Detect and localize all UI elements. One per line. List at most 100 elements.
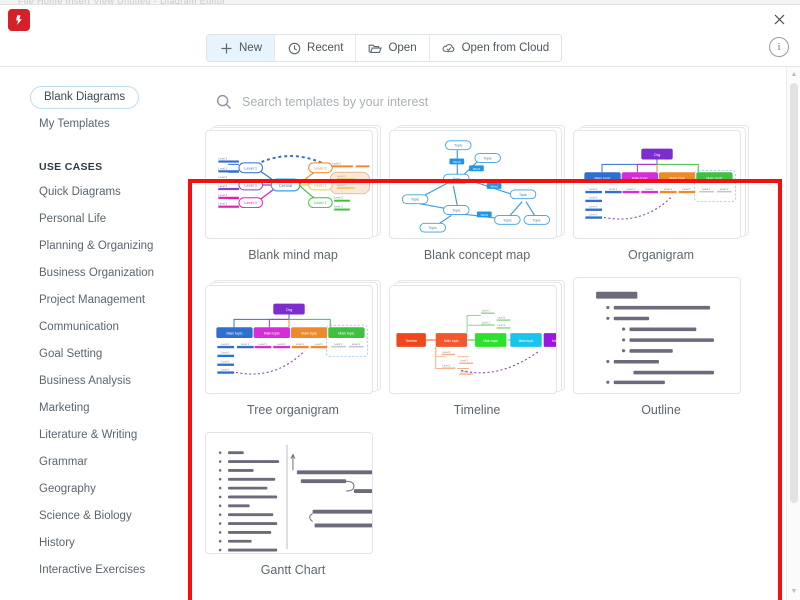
thumbnail-stack: Level 1 Level 1 Level 1 Level 1 Level 1 … [389, 277, 565, 394]
sidebar-item-business-analysis[interactable]: Business Analysis [39, 375, 131, 387]
info-circle-icon[interactable]: i [769, 37, 789, 57]
sidebar-item-communication[interactable]: Communication [39, 321, 119, 333]
svg-text:Topic: Topic [429, 226, 437, 230]
thumbnail-treeorganigram: Org Main topic Main topic Main topic Mai… [205, 285, 373, 394]
svg-text:Main topic: Main topic [632, 176, 648, 180]
close-icon[interactable] [768, 8, 790, 30]
template-card-blank-mind-map[interactable]: Level 2 Level 2 Level 2 Level 2 Level 2 … [205, 122, 381, 262]
open-from-cloud-button[interactable]: Open from Cloud [430, 35, 562, 61]
template-card-gantt-chart[interactable]: Gantt Chart [205, 432, 381, 577]
sidebar-item-project-management[interactable]: Project Management [39, 294, 145, 306]
sidebar-item-science-biology[interactable]: Science & Biology [39, 510, 132, 522]
search-input[interactable] [242, 95, 692, 109]
sidebar-item-geography[interactable]: Geography [39, 483, 96, 495]
search-bar [216, 89, 736, 115]
template-chooser-window: File Home Insert View Untitled - Diagram… [0, 0, 800, 600]
template-card-label: Gantt Chart [260, 563, 326, 577]
svg-text:Level 1: Level 1 [244, 165, 257, 170]
sidebar-item-label: Science & Biology [39, 510, 132, 522]
svg-text:Level 2: Level 2 [334, 205, 343, 209]
thumbnail-stack: Level 2 Level 2 Level 2 Level 2 Level 2 … [205, 122, 381, 239]
sidebar-item-history[interactable]: History [39, 537, 75, 549]
svg-text:Main topic: Main topic [301, 331, 317, 335]
sidebar-item-personal-life[interactable]: Personal Life [39, 213, 106, 225]
svg-text:Central: Central [279, 183, 293, 188]
sidebar: Blank Diagrams My Templates USE CASES Qu… [0, 67, 190, 600]
svg-text:Word: Word [481, 213, 489, 217]
scroll-up-arrow-icon[interactable]: ▲ [790, 71, 798, 79]
thumbnail-stack [573, 277, 749, 394]
sidebar-item-label: Planning & Organizing [39, 240, 154, 252]
templates-grid: Level 2 Level 2 Level 2 Level 2 Level 2 … [199, 122, 779, 592]
template-card-tree-organigram[interactable]: Org Main topic Main topic Main topic Mai… [205, 277, 381, 417]
sidebar-item-literature-writing[interactable]: Literature & Writing [39, 429, 137, 441]
scroll-thumb[interactable] [790, 83, 798, 503]
plus-icon [219, 41, 233, 55]
svg-text:Level 1: Level 1 [277, 342, 286, 346]
sidebar-item-goal-setting[interactable]: Goal Setting [39, 348, 102, 360]
svg-text:Level 1: Level 1 [589, 205, 598, 209]
svg-text:Level 1: Level 1 [664, 187, 673, 191]
thumbnail-outline [573, 277, 741, 394]
sidebar-item-label: Project Management [39, 294, 146, 306]
vertical-scrollbar[interactable]: ▲ ▼ [786, 67, 800, 600]
search-icon [216, 94, 232, 110]
svg-text:Level 1: Level 1 [314, 200, 327, 205]
info-letter: i [777, 41, 781, 53]
svg-text:Main topic: Main topic [444, 339, 459, 343]
thumbnail-mindmap: Level 2 Level 2 Level 2 Level 2 Level 2 … [205, 130, 373, 239]
svg-text:Level 1: Level 1 [244, 182, 257, 187]
sidebar-item-marketing[interactable]: Marketing [39, 402, 90, 414]
svg-text:Main topic: Main topic [227, 331, 243, 335]
svg-text:Level 1: Level 1 [460, 360, 469, 363]
recent-button-label: Recent [307, 42, 344, 54]
header-bar: i New Recent Open Open from Cloud [0, 5, 800, 67]
new-button[interactable]: New [207, 35, 276, 61]
body-area: Blank Diagrams My Templates USE CASES Qu… [0, 67, 800, 600]
svg-text:Level 1: Level 1 [482, 321, 491, 324]
open-from-cloud-button-label: Open from Cloud [461, 42, 550, 54]
thumbnail-conceptmap: Topic Topic Topic Topic Topic Topic Topi… [389, 130, 557, 239]
template-card-organigram[interactable]: Org Main topic Main topic Main topic Mai… [573, 122, 749, 262]
svg-text:Topic: Topic [454, 144, 462, 148]
svg-text:Level 1: Level 1 [443, 351, 452, 354]
thumbnail-organigram: Org Main topic Main topic Main topic Mai… [573, 130, 741, 239]
svg-text:Level 1: Level 1 [702, 187, 711, 191]
svg-text:Level 1: Level 1 [589, 187, 598, 191]
recent-button[interactable]: Recent [275, 35, 357, 61]
sidebar-item-planning-organizing[interactable]: Planning & Organizing [39, 240, 153, 252]
sidebar-item-my-templates[interactable]: My Templates [39, 118, 110, 130]
template-card-label: Blank concept map [423, 248, 531, 262]
svg-text:Topic: Topic [519, 193, 527, 197]
svg-text:Level 2: Level 2 [218, 175, 227, 179]
svg-text:Level 1: Level 1 [720, 187, 729, 191]
sidebar-item-grammar[interactable]: Grammar [39, 456, 88, 468]
scroll-down-arrow-icon[interactable]: ▼ [790, 588, 798, 596]
sidebar-item-label: Literature & Writing [39, 429, 138, 441]
clock-icon [287, 41, 301, 55]
sidebar-item-label: History [39, 537, 75, 549]
template-card-label: Tree organigram [247, 403, 339, 417]
svg-text:Level 1: Level 1 [609, 187, 618, 191]
svg-text:Level 1: Level 1 [482, 310, 491, 313]
svg-text:Level 1: Level 1 [498, 324, 507, 327]
template-card-outline[interactable]: Outline [573, 277, 749, 417]
sidebar-item-interactive-exercises[interactable]: Interactive Exercises [39, 564, 145, 576]
new-button-label: New [239, 42, 263, 54]
svg-text:Level 1: Level 1 [315, 342, 324, 346]
svg-text:Level 1: Level 1 [259, 342, 268, 346]
template-card-label: Organigram [628, 248, 694, 262]
svg-text:Level 1: Level 1 [241, 342, 250, 346]
sidebar-item-business-organization[interactable]: Business Organization [39, 267, 154, 279]
sidebar-item-quick-diagrams[interactable]: Quick Diagrams [39, 186, 121, 198]
svg-text:Level 1: Level 1 [352, 342, 361, 346]
template-card-label: Outline [641, 403, 681, 417]
svg-text:Level 2: Level 2 [332, 161, 341, 165]
open-button[interactable]: Open [356, 35, 430, 61]
thumbnail-stack: Org Main topic Main topic Main topic Mai… [573, 122, 749, 239]
template-card-timeline[interactable]: Level 1 Level 1 Level 1 Level 1 Level 1 … [389, 277, 565, 417]
svg-text:Org: Org [654, 152, 661, 157]
sidebar-item-blank-diagrams[interactable]: Blank Diagrams [30, 86, 140, 109]
svg-text:Level 1: Level 1 [221, 351, 230, 355]
template-card-blank-concept-map[interactable]: Topic Topic Topic Topic Topic Topic Topi… [389, 122, 565, 262]
